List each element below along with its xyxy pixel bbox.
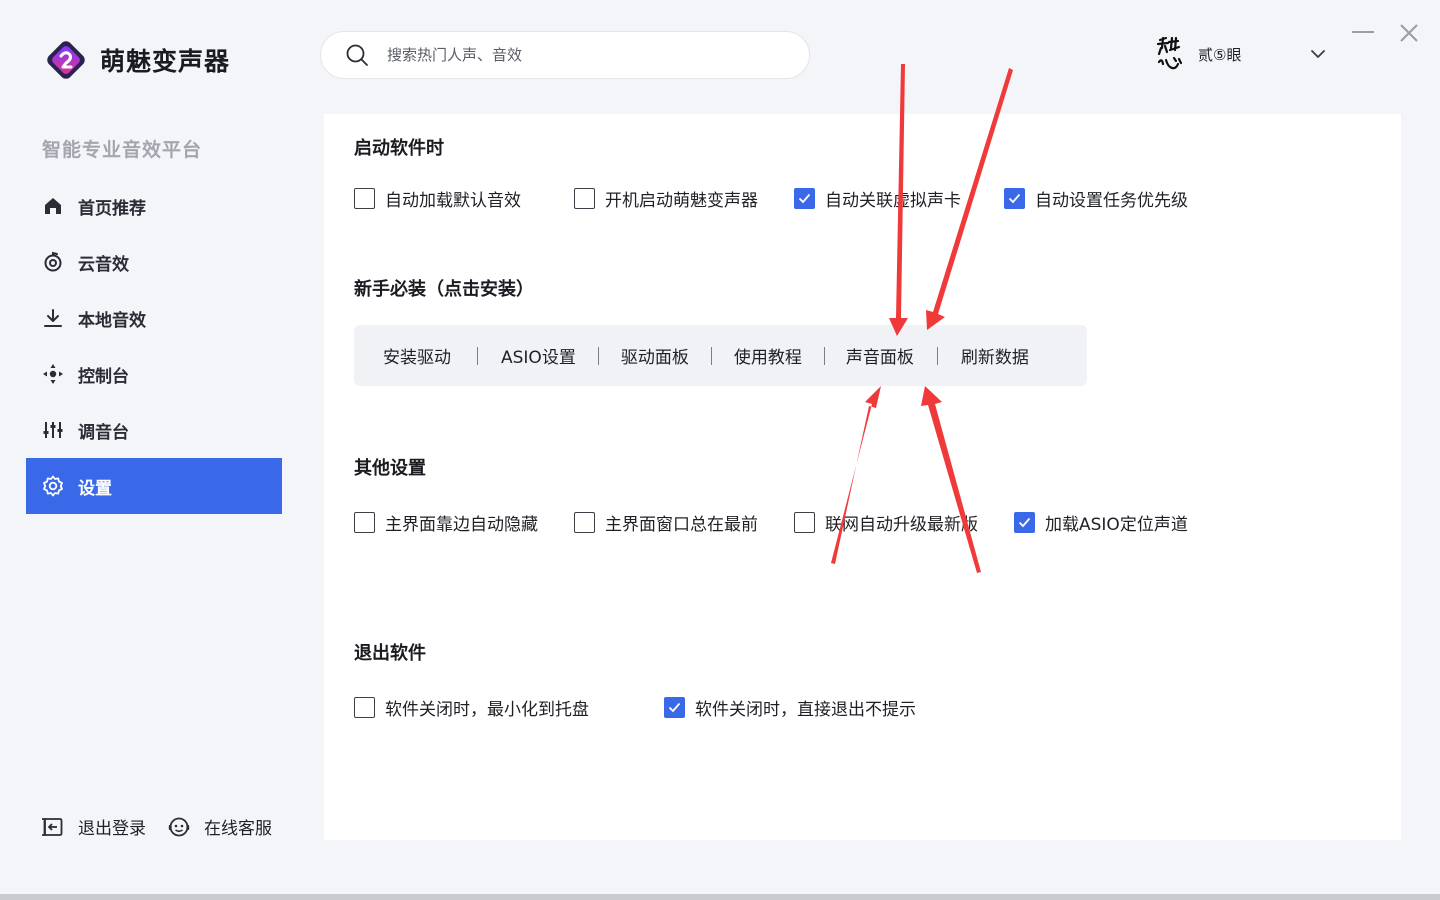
- divider: [823, 346, 825, 365]
- option-label: 联网自动升级最新版: [825, 515, 978, 535]
- home-icon: [45, 198, 61, 214]
- checkbox[interactable]: [354, 697, 375, 718]
- option-label: 主界面窗口总在最前: [605, 515, 758, 535]
- driver-panel-button[interactable]: 驱动面板: [621, 343, 689, 368]
- app-window: 萌魅变声器 贰⑤眼 智能专业音效平台 首页推荐: [0, 0, 1440, 900]
- option-label: 自动设置任务优先级: [1035, 191, 1188, 211]
- option-label: 开机启动萌魅变声器: [605, 191, 758, 211]
- calligraphy-avatar-icon: [1156, 36, 1183, 70]
- sidebar-item-label: 云音效: [78, 254, 129, 275]
- section-title-startup: 启动软件时: [354, 138, 444, 159]
- check-icon: [798, 193, 811, 204]
- check-icon: [1008, 193, 1021, 204]
- option-label: 加载ASIO定位声道: [1045, 515, 1188, 535]
- option-auto-upgrade[interactable]: 联网自动升级最新版: [794, 510, 978, 535]
- asio-settings-button[interactable]: ASIO设置: [501, 343, 576, 368]
- sidebar-item-settings[interactable]: 设置: [26, 458, 282, 514]
- support-icon: [168, 817, 190, 836]
- minimize-icon[interactable]: [1350, 24, 1376, 40]
- search-icon: [346, 44, 368, 66]
- option-auto-link-virtual-card[interactable]: 自动关联虚拟声卡: [794, 186, 961, 211]
- sidebar-item-label: 控制台: [78, 366, 129, 387]
- section-title-exit: 退出软件: [354, 643, 426, 664]
- checkbox[interactable]: [354, 512, 375, 533]
- close-icon[interactable]: [1398, 22, 1420, 44]
- option-edge-auto-hide[interactable]: 主界面靠边自动隐藏: [354, 510, 538, 535]
- sidebar-item-cloud-sound[interactable]: 云音效: [26, 234, 282, 290]
- user-menu[interactable]: 贰⑤眼: [1154, 34, 1241, 74]
- download-icon: [44, 309, 62, 327]
- essentials-toolbar: 安装驱动 ASIO设置 驱动面板 使用教程 声音面板 刷新数据: [354, 325, 1087, 386]
- support-label: 在线客服: [204, 819, 272, 839]
- option-asio-channel[interactable]: 加载ASIO定位声道: [1014, 510, 1188, 535]
- sidebar-title: 智能专业音效平台: [42, 139, 203, 161]
- option-label: 自动加载默认音效: [385, 191, 521, 211]
- settings-panel: 启动软件时 自动加载默认音效 开机启动萌魅变声器 自动关联虚拟声卡 自动设置任务…: [324, 114, 1401, 840]
- cloud-sound-icon: [44, 251, 62, 272]
- window-bottom-edge: [0, 894, 1440, 900]
- checkbox-checked[interactable]: [664, 697, 685, 718]
- option-launch-on-boot[interactable]: 开机启动萌魅变声器: [574, 186, 758, 211]
- option-auto-task-priority[interactable]: 自动设置任务优先级: [1004, 186, 1188, 211]
- sidebar-item-label: 首页推荐: [78, 198, 146, 219]
- checkbox-checked[interactable]: [794, 188, 815, 209]
- option-always-on-top[interactable]: 主界面窗口总在最前: [574, 510, 758, 535]
- option-auto-load-default[interactable]: 自动加载默认音效: [354, 186, 521, 211]
- checkbox-checked[interactable]: [1014, 512, 1035, 533]
- option-label: 软件关闭时，直接退出不提示: [695, 700, 916, 720]
- option-label: 自动关联虚拟声卡: [825, 191, 961, 211]
- divider: [710, 346, 712, 365]
- sidebar-item-local-sound[interactable]: 本地音效: [26, 290, 282, 346]
- sidebar-item-label: 本地音效: [78, 310, 146, 331]
- checkbox[interactable]: [574, 188, 595, 209]
- sidebar-footer: 退出登录 在线客服: [42, 814, 294, 839]
- sidebar-nav: 首页推荐 云音效 本地音效 控制台 调音台 设置: [26, 178, 282, 514]
- app-title: 萌魅变声器: [100, 47, 231, 76]
- username: 贰⑤眼: [1198, 45, 1242, 64]
- checkbox[interactable]: [354, 188, 375, 209]
- sidebar-item-label: 设置: [78, 478, 112, 499]
- logout-button[interactable]: 退出登录: [42, 814, 146, 839]
- checkbox[interactable]: [574, 512, 595, 533]
- logout-label: 退出登录: [78, 819, 146, 839]
- divider: [597, 346, 599, 365]
- gear-icon: [43, 475, 63, 497]
- control-icon: [43, 364, 63, 384]
- refresh-data-button[interactable]: 刷新数据: [961, 343, 1029, 368]
- option-label: 软件关闭时，最小化到托盘: [385, 700, 589, 720]
- search-input[interactable]: [387, 46, 767, 64]
- sidebar-item-mixer[interactable]: 调音台: [26, 402, 282, 458]
- sidebar-item-label: 调音台: [78, 422, 129, 443]
- option-minimize-to-tray[interactable]: 软件关闭时，最小化到托盘: [354, 695, 589, 720]
- mixer-icon: [43, 422, 63, 438]
- option-exit-directly[interactable]: 软件关闭时，直接退出不提示: [664, 695, 916, 720]
- logo-icon: [47, 41, 85, 79]
- sidebar-item-home[interactable]: 首页推荐: [26, 178, 282, 234]
- check-icon: [668, 702, 681, 713]
- sidebar-item-console[interactable]: 控制台: [26, 346, 282, 402]
- section-title-other: 其他设置: [354, 458, 426, 479]
- chevron-down-icon[interactable]: [1309, 45, 1327, 63]
- divider: [936, 346, 938, 365]
- checkbox[interactable]: [794, 512, 815, 533]
- option-label: 主界面靠边自动隐藏: [385, 515, 538, 535]
- check-icon: [1018, 517, 1031, 528]
- section-title-essentials: 新手必装（点击安装）: [354, 279, 534, 300]
- support-button[interactable]: 在线客服: [168, 814, 272, 839]
- sound-panel-button[interactable]: 声音面板: [846, 343, 914, 368]
- app-logo: 萌魅变声器: [44, 38, 230, 82]
- search-bar[interactable]: [320, 31, 810, 79]
- logout-icon: [42, 817, 63, 836]
- checkbox-checked[interactable]: [1004, 188, 1025, 209]
- tutorial-button[interactable]: 使用教程: [734, 343, 802, 368]
- divider: [477, 346, 478, 365]
- install-driver-button[interactable]: 安装驱动: [383, 343, 451, 368]
